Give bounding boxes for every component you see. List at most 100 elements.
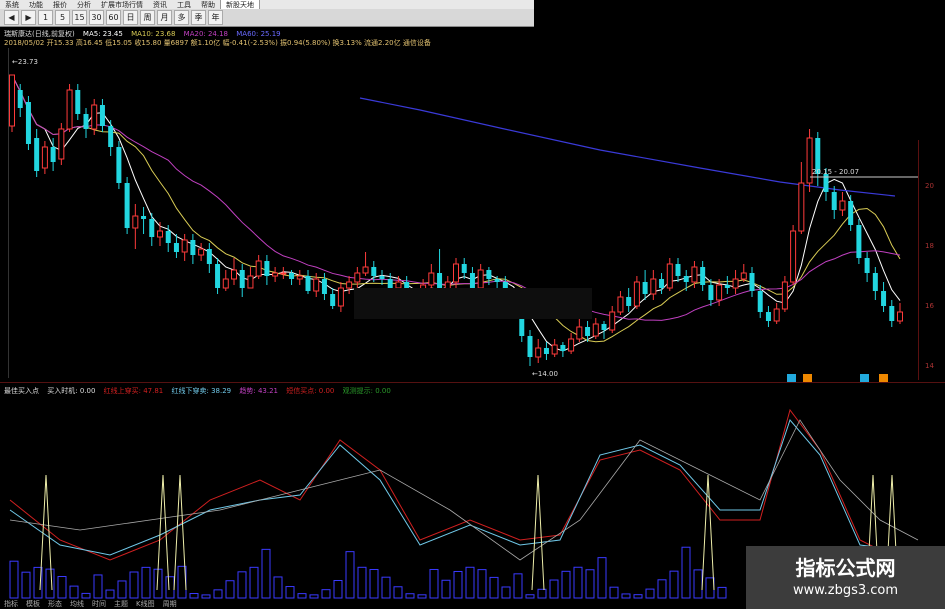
candle-body — [354, 272, 361, 283]
indicator-obs: 观测提示: 0.00 — [342, 387, 391, 395]
candle-body — [585, 327, 591, 336]
candle-body — [222, 278, 229, 289]
candle-body — [453, 263, 459, 283]
indicator-bar — [213, 589, 223, 599]
high-label: ←23.73 — [12, 58, 38, 66]
indicator-bar — [717, 586, 727, 599]
candle-body — [296, 275, 303, 280]
indicator-bar — [561, 570, 571, 599]
panel-separator — [0, 382, 945, 383]
indicator-bar — [645, 588, 655, 599]
candle-body — [9, 74, 15, 127]
candle-body — [461, 264, 467, 273]
candle-body — [206, 249, 212, 264]
indicator-bar — [369, 568, 379, 599]
candle-body — [568, 338, 575, 352]
candle-body — [181, 239, 188, 253]
candle-body — [716, 284, 723, 301]
indicator-bar — [609, 586, 619, 599]
indicator-bar — [525, 594, 535, 599]
indicator-bar — [501, 586, 511, 599]
watermark-url: www.zbgs3.com — [792, 583, 899, 598]
candle-body — [124, 183, 130, 228]
bottom-tabs: 指标 模板 形态 均线 时间 主题 K线图 周期 — [0, 599, 745, 609]
bottom-tab[interactable]: 均线 — [70, 599, 84, 609]
candle-body — [247, 275, 254, 289]
indicator-bar — [189, 593, 199, 599]
candle-body — [50, 147, 56, 162]
bottom-tab[interactable]: K线图 — [136, 599, 155, 609]
candle-body — [75, 90, 81, 114]
candle-body — [141, 216, 147, 219]
indicator-bar — [585, 569, 595, 599]
indicator-bar — [21, 571, 31, 599]
candle-body — [708, 285, 714, 300]
indicator-bar — [693, 569, 703, 599]
indicator-bar — [657, 579, 667, 599]
bottom-tab[interactable]: 时间 — [92, 599, 106, 609]
candle-body — [626, 297, 632, 306]
candle-body — [313, 278, 320, 292]
indicator-header: 最佳买入点 买入时机: 0.00 红线上穿买: 47.81 红线下穿卖: 38.… — [4, 386, 704, 396]
candle-body — [560, 345, 566, 351]
candle-body — [379, 276, 385, 279]
candle-body — [305, 276, 311, 291]
indicator-bar — [45, 568, 55, 599]
candle-body — [231, 269, 237, 280]
indicator-bar — [81, 592, 91, 599]
indicator-bar — [117, 580, 127, 599]
bottom-tab[interactable]: 形态 — [48, 599, 62, 609]
candle-body — [543, 348, 549, 354]
indicator-bar — [201, 594, 211, 599]
candle-body — [724, 285, 730, 288]
candle-body — [387, 279, 393, 288]
candle-body — [609, 311, 616, 331]
candle-body — [806, 137, 813, 184]
candle-body — [239, 270, 245, 288]
redaction-box — [354, 288, 592, 319]
candle-body — [264, 261, 270, 276]
candle-body — [700, 267, 706, 285]
candle-body — [856, 225, 862, 258]
candle-body — [41, 146, 48, 169]
candle-body — [215, 264, 221, 288]
indicator-bar — [357, 566, 367, 599]
bottom-tab[interactable]: 模板 — [26, 599, 40, 609]
low-label: ←14.00 — [532, 370, 558, 378]
indicator-bar — [705, 577, 715, 599]
candle-body — [535, 347, 542, 358]
bottom-tab[interactable]: 指标 — [4, 599, 18, 609]
watermark-title: 指标公式网 — [795, 556, 896, 580]
candle-body — [362, 266, 369, 274]
candle-body — [17, 90, 23, 108]
candle-body — [477, 269, 484, 289]
indicator-bar — [381, 576, 391, 599]
candle-body — [790, 230, 797, 283]
range-label: 20.15 - 20.07 — [812, 168, 859, 176]
candle-body — [198, 248, 205, 256]
candle-body — [486, 270, 492, 279]
indicator-bar — [345, 551, 355, 599]
candle-body — [642, 282, 648, 294]
candle-body — [91, 104, 98, 130]
indicator-bar — [165, 576, 175, 599]
candle-body — [289, 273, 295, 279]
indicator-bar — [309, 594, 319, 599]
bottom-tab[interactable]: 主题 — [114, 599, 128, 609]
candle-body — [255, 260, 262, 277]
indicator-bar — [489, 576, 499, 599]
indicator-title: 最佳买入点 — [4, 387, 39, 395]
candle-body — [346, 281, 353, 289]
candle-body — [675, 264, 681, 276]
signal-spike — [531, 474, 545, 591]
candle-body — [831, 192, 837, 210]
indicator-bar — [573, 566, 583, 599]
candle-body — [691, 266, 698, 283]
candle-body — [116, 147, 122, 183]
candle-body — [108, 126, 114, 147]
candle-body — [83, 114, 89, 129]
candle-body — [872, 273, 878, 291]
candle-body — [757, 291, 763, 312]
indicator-bar — [681, 546, 691, 599]
bottom-tab[interactable]: 周期 — [163, 599, 177, 609]
